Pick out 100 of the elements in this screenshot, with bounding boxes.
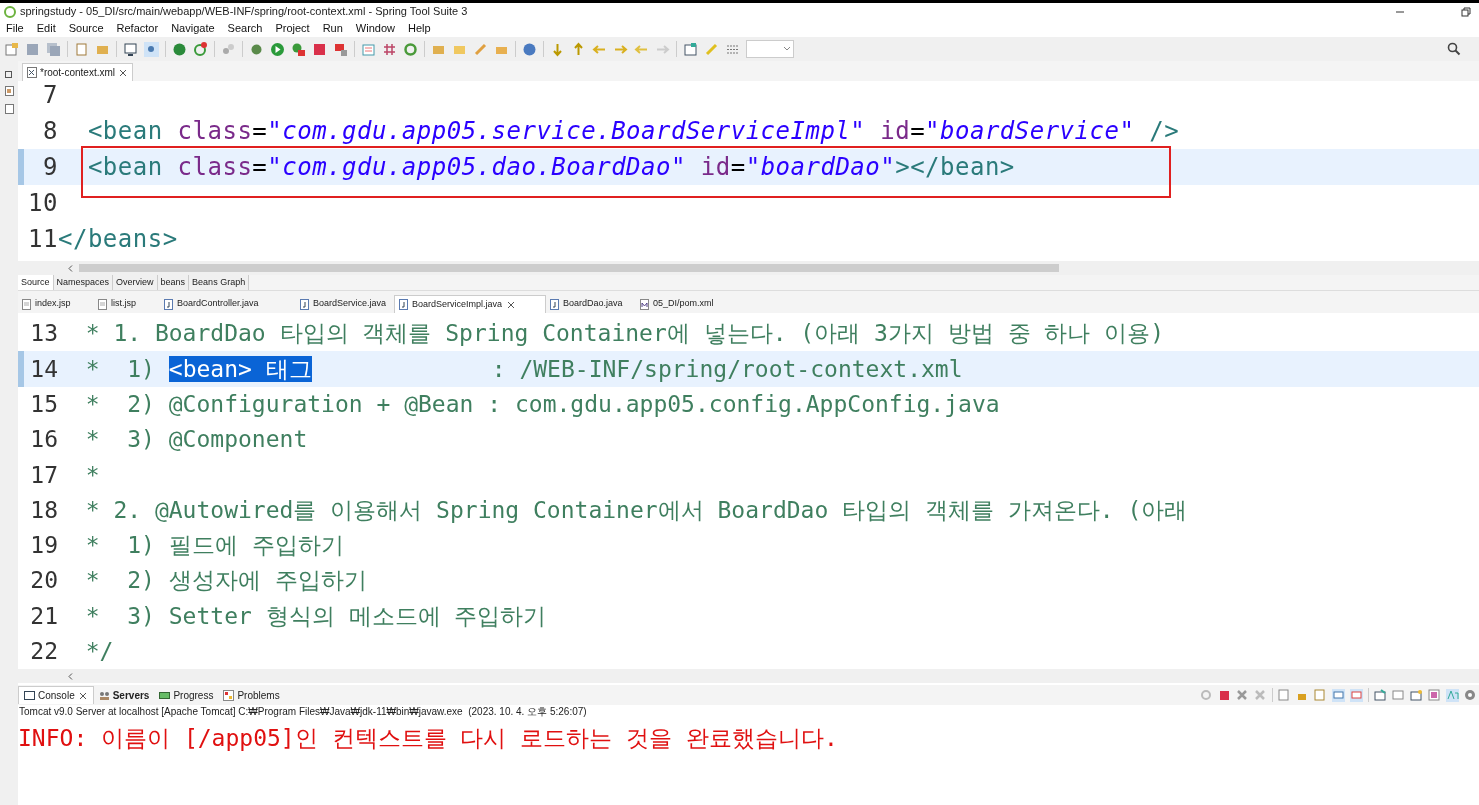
line-number: 8 [42,116,58,147]
window-title: springstudy - 05_DI/src/main/webapp/WEB-INF/spring/root-context.xml - Spring Tool Suite 3 [20,4,468,20]
close-icon[interactable] [506,299,517,310]
java-file-icon[interactable] [550,298,559,310]
scrollbar-thumb[interactable] [79,264,1059,272]
remove-icon[interactable] [1236,688,1249,702]
run-server-icon[interactable] [291,41,306,57]
code-line: <bean class="com.gdu.app05.service.BoardServiceImpl" id="boardService" /> [86,117,1180,145]
comment-error-icon[interactable] [1350,688,1363,702]
file-tab[interactable]: list.jsp [94,295,160,313]
save-icon[interactable] [25,41,40,57]
menu-item[interactable]: Navigate [171,20,215,37]
grid-icon[interactable] [382,41,397,57]
menu-item[interactable]: Help [408,20,431,37]
play-icon[interactable] [270,41,285,57]
java-file-icon[interactable] [300,298,309,310]
window-icon[interactable] [683,41,698,57]
stop-icon[interactable] [1218,688,1231,702]
console-tab[interactable]: Progress [154,686,219,704]
line-number: 7 [42,81,58,111]
java-file-icon[interactable] [164,298,173,310]
warning-list-icon[interactable] [223,689,235,701]
up-arrow-icon[interactable] [571,41,586,57]
editor-tab[interactable]: *root-context.xml [22,63,134,81]
comment-line: * 3) @Component [84,426,308,453]
menu-item[interactable]: Search [227,20,263,37]
menu-item[interactable]: Project [275,20,310,37]
console-tab[interactable]: Console [18,686,94,704]
java-file-icon[interactable] [399,299,408,310]
comment-line: * 1) 필드에 주입하기 [84,532,344,559]
process-label: Tomcat v9.0 Server at localhost [Apache Tomcat] C:₩Program Files₩Java₩jdk-11₩bin₩javaw.exe (2023. 10. 4. 오후 5:26:07) [18,705,588,719]
new-file-icon[interactable] [4,41,19,57]
wrap-icon[interactable] [1314,688,1327,702]
line-number: 14 [29,354,58,384]
scroll-left-icon[interactable] [68,672,73,680]
combo-box[interactable] [746,40,794,58]
monitor-icon[interactable] [123,41,138,57]
page-tab[interactable]: Beans Graph [189,275,250,290]
xml-file-icon[interactable] [27,67,37,78]
monitor-icon[interactable] [24,690,35,701]
color-text-icon[interactable] [1446,688,1459,702]
file-icon[interactable] [22,298,31,310]
menu-item[interactable]: File [6,20,24,37]
menu-item[interactable]: Refactor [116,20,159,37]
refresh-icon[interactable] [193,41,208,57]
file-icon[interactable] [4,86,14,96]
group-icon[interactable] [98,689,110,701]
menu-item[interactable]: Source [68,20,104,37]
page-tab[interactable]: beans [157,275,190,290]
file-icon[interactable] [98,298,107,310]
line-number: 18 [29,495,58,525]
pointer-icon[interactable] [144,41,159,57]
file-tab[interactable]: index.jsp [18,295,94,313]
menu-item[interactable]: Run [322,20,343,37]
palette-icon[interactable] [1428,688,1441,702]
remove-all-icon[interactable] [1254,688,1267,702]
restore-icon[interactable] [4,69,14,78]
file-icon[interactable] [640,298,649,310]
close-icon[interactable] [118,67,129,78]
comment-icon[interactable] [1332,688,1345,702]
file-icon[interactable] [4,104,14,114]
file-tab[interactable]: BoardServiceImpl.java [394,295,546,313]
line-number: 13 [29,319,58,349]
new-console-icon[interactable] [1410,688,1423,702]
progress-icon[interactable] [159,689,171,701]
page-tab[interactable]: Overview [113,275,158,290]
search-icon[interactable] [1447,42,1461,56]
file-tab[interactable]: BoardService.java [296,295,394,313]
console-tab[interactable]: Problems [218,686,285,704]
pin-icon[interactable] [1374,688,1387,702]
line-number: 20 [29,566,58,596]
page-tab[interactable]: Source [18,275,54,290]
line-number: 9 [42,152,58,183]
settings-icon[interactable] [1464,688,1477,702]
line-number: 11 [27,224,58,255]
console-tab[interactable]: Servers [93,686,155,704]
comment-line: * [84,461,100,488]
file-tab[interactable]: BoardController.java [160,295,296,313]
stop-icon[interactable] [312,41,327,57]
open-type-icon[interactable] [361,41,376,57]
console-line: INFO: 이름이 [/app05]인 컨텍스트를 다시 로드하는 것을 완료했습니다. [18,724,839,753]
down-arrow-icon[interactable] [550,41,565,57]
link-icon[interactable] [221,41,236,57]
save-all-icon[interactable] [46,41,61,57]
comment-line: * 3) Setter 형식의 메소드에 주입하기 [84,602,547,629]
scroll-left-icon[interactable] [68,264,73,272]
menu-item[interactable]: Edit [36,20,56,37]
file-tab[interactable]: 05_DI/pom.xml [636,295,726,313]
refresh-icon[interactable] [403,41,418,57]
document-icon[interactable] [74,41,89,57]
menu-item[interactable]: Window [355,20,395,37]
chevron-down-icon[interactable] [783,46,791,52]
line-number: 17 [29,460,58,490]
restore-icon[interactable] [1461,6,1471,17]
line-number: 16 [29,425,58,455]
close-icon[interactable] [77,690,88,701]
code-line: </beans> [58,225,178,253]
page-tab[interactable]: Namespaces [53,275,114,290]
flag-icon[interactable] [333,41,348,57]
file-tab[interactable]: BoardDao.java [546,295,636,313]
